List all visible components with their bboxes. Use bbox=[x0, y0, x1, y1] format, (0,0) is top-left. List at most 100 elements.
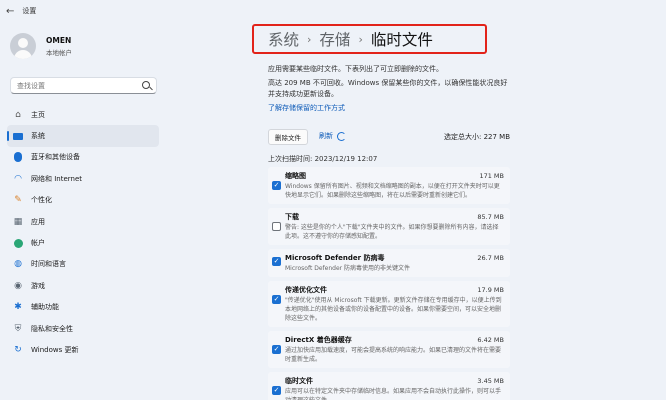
refresh-button[interactable]: 刷新 bbox=[319, 131, 346, 141]
chevron-right-icon: › bbox=[307, 32, 312, 46]
sidebar-item-accessibility[interactable]: ✱ 辅助功能 bbox=[7, 297, 159, 318]
sidebar-item-gaming[interactable]: ◉ 游戏 bbox=[7, 275, 159, 296]
search-placeholder: 查找设置 bbox=[17, 81, 45, 90]
checkmark-icon: ✓ bbox=[273, 386, 280, 394]
breadcrumb: 系统 › 存储 › 临时文件 bbox=[268, 28, 433, 50]
checkmark-icon: ✓ bbox=[273, 181, 280, 189]
breadcrumb-system[interactable]: 系统 bbox=[268, 28, 299, 50]
checkmark-icon: ✓ bbox=[273, 295, 280, 303]
sidebar-item-apps[interactable]: ▦ 应用 bbox=[7, 211, 159, 232]
item-size: 17.9 MB bbox=[477, 286, 504, 294]
item-description: Microsoft Defender 防病毒使用的非关键文件 bbox=[285, 265, 411, 272]
item-size: 171 MB bbox=[479, 172, 504, 180]
sidebar: OMEN 本地帐户 查找设置 ⌂ 主页 系统 蓝牙和其他设备 ◠ 网络和 Int… bbox=[0, 22, 168, 400]
sidebar-item-label: 隐私和安全性 bbox=[31, 324, 73, 333]
item-size: 26.7 MB bbox=[477, 254, 504, 262]
home-icon: ⌂ bbox=[15, 109, 21, 120]
person-icon bbox=[13, 238, 23, 248]
sidebar-item-label: 系统 bbox=[31, 132, 45, 141]
sidebar-item-label: 个性化 bbox=[31, 196, 52, 205]
page-title: 临时文件 bbox=[370, 31, 433, 49]
brush-icon: ✎ bbox=[14, 195, 22, 206]
sidebar-item-accounts[interactable]: 帐户 bbox=[7, 232, 159, 253]
temp-file-list: ✓ 缩略图 171 MB Windows 保留所有图片、视频和文档缩略图的副本，… bbox=[268, 167, 510, 400]
refresh-label: 刷新 bbox=[319, 132, 333, 140]
list-item[interactable]: ✓ DirectX 着色器缓存 6.42 MB 通过加快应用加载速度，可能会提高… bbox=[268, 331, 510, 368]
sidebar-item-privacy[interactable]: ⛨ 隐私和安全性 bbox=[7, 318, 159, 339]
reserved-storage-note: 高达 209 MB 不可回收。Windows 保留某些你的文件，以确保性能状况良… bbox=[268, 79, 508, 98]
checkmark-icon: ✓ bbox=[273, 345, 280, 353]
sidebar-item-time-language[interactable]: ◍ 时间和语言 bbox=[7, 254, 159, 275]
sidebar-item-windows-update[interactable]: ↻ Windows 更新 bbox=[7, 339, 159, 360]
item-description: 警告: 这些是你的个人"下载"文件夹中的文件。如果你想要删除所有内容，请选择此项… bbox=[285, 224, 499, 240]
search-input[interactable]: 查找设置 bbox=[10, 77, 157, 94]
sidebar-item-label: 辅助功能 bbox=[31, 303, 59, 312]
sidebar-item-label: 主页 bbox=[31, 110, 45, 119]
update-icon: ↻ bbox=[14, 344, 22, 355]
list-item[interactable]: ✓ Microsoft Defender 防病毒 26.7 MB Microso… bbox=[268, 249, 510, 277]
list-item[interactable]: ✓ 临时文件 3.45 MB 应用可以在特定文件夹中存储临时信息。如果应用不会自… bbox=[268, 372, 510, 400]
selected-total-size: 选定总大小: 227 MB bbox=[443, 133, 510, 141]
list-item[interactable]: 下载 85.7 MB 警告: 这些是你的个人"下载"文件夹中的文件。如果你想要删… bbox=[268, 208, 510, 245]
item-description: 应用可以在特定文件夹中存储临时信息。如果应用不会自动执行此操作，则可以手动清理这… bbox=[285, 388, 502, 400]
item-title: 缩略图 bbox=[285, 172, 306, 180]
main-content: 系统 › 存储 › 临时文件 应用需要某些临时文件。下表列出了可立即删除的文件。… bbox=[252, 22, 666, 400]
sidebar-item-system[interactable]: 系统 bbox=[7, 125, 159, 147]
sidebar-item-label: 应用 bbox=[31, 217, 45, 226]
account-card[interactable]: OMEN 本地帐户 bbox=[10, 33, 72, 59]
list-item[interactable]: ✓ 传递优化文件 17.9 MB "传递优化"使用从 Microsoft 下载更… bbox=[268, 281, 510, 327]
avatar bbox=[10, 33, 36, 59]
sidebar-item-network[interactable]: ◠ 网络和 Internet bbox=[7, 168, 159, 189]
shield-icon: ⛨ bbox=[14, 323, 22, 334]
search-icon bbox=[142, 81, 150, 89]
wifi-icon: ◠ bbox=[14, 173, 22, 184]
bluetooth-icon bbox=[13, 152, 23, 163]
item-description: 通过加快应用加载速度，可能会提高系统的响应能力。如果已清理的文件将在需要时重新生… bbox=[285, 347, 502, 363]
checkmark-icon: ✓ bbox=[273, 257, 280, 265]
page-description: 应用需要某些临时文件。下表列出了可立即删除的文件。 bbox=[268, 65, 443, 73]
apps-icon: ▦ bbox=[13, 216, 23, 227]
list-item[interactable]: ✓ 缩略图 171 MB Windows 保留所有图片、视频和文档缩略图的副本，… bbox=[268, 167, 510, 204]
gamepad-icon: ◉ bbox=[14, 280, 22, 291]
checkbox-delivery-optimization[interactable]: ✓ bbox=[272, 295, 281, 304]
account-name: OMEN bbox=[46, 35, 72, 45]
loading-spinner-icon bbox=[337, 131, 346, 141]
checkbox-thumbnails[interactable]: ✓ bbox=[272, 181, 281, 190]
sidebar-item-label: 网络和 Internet bbox=[31, 174, 83, 183]
item-title: 下载 bbox=[285, 213, 299, 221]
nav-list: ⌂ 主页 系统 蓝牙和其他设备 ◠ 网络和 Internet ✎ 个性化 ▦ 应… bbox=[7, 104, 159, 361]
item-size: 3.45 MB bbox=[477, 377, 504, 385]
item-description: "传递优化"使用从 Microsoft 下载更新。更新文件存储在专用缓存中，以便… bbox=[285, 297, 502, 322]
checkbox-downloads[interactable] bbox=[272, 222, 281, 231]
sidebar-item-label: 游戏 bbox=[31, 281, 45, 290]
sidebar-item-label: 蓝牙和其他设备 bbox=[31, 153, 80, 162]
window-title: 设置 bbox=[22, 7, 37, 15]
accessibility-icon: ✱ bbox=[14, 302, 22, 313]
item-size: 85.7 MB bbox=[477, 213, 504, 221]
checkbox-directx-cache[interactable]: ✓ bbox=[272, 345, 281, 354]
chevron-right-icon: › bbox=[358, 32, 363, 46]
item-size: 6.42 MB bbox=[477, 336, 504, 344]
title-bar: ← 设置 bbox=[0, 0, 666, 22]
breadcrumb-storage[interactable]: 存储 bbox=[319, 28, 350, 50]
monitor-icon bbox=[13, 131, 23, 141]
item-title: Microsoft Defender 防病毒 bbox=[285, 254, 385, 262]
item-title: 传递优化文件 bbox=[285, 286, 327, 294]
item-title: DirectX 着色器缓存 bbox=[285, 336, 352, 344]
checkbox-defender[interactable]: ✓ bbox=[272, 257, 281, 266]
sidebar-item-label: Windows 更新 bbox=[31, 345, 79, 354]
sidebar-item-label: 时间和语言 bbox=[31, 260, 66, 269]
checkbox-temp-files[interactable]: ✓ bbox=[272, 386, 281, 395]
reserved-storage-link[interactable]: 了解存储保留的工作方式 bbox=[268, 103, 345, 113]
sidebar-item-label: 帐户 bbox=[31, 239, 45, 248]
globe-icon: ◍ bbox=[14, 259, 22, 270]
item-title: 临时文件 bbox=[285, 377, 313, 385]
sidebar-item-personalization[interactable]: ✎ 个性化 bbox=[7, 190, 159, 211]
item-description: Windows 保留所有图片、视频和文档缩略图的副本，以便在打开文件夹时可以更快… bbox=[285, 183, 500, 199]
sidebar-item-bluetooth[interactable]: 蓝牙和其他设备 bbox=[7, 147, 159, 168]
account-type: 本地帐户 bbox=[46, 48, 72, 57]
delete-files-button[interactable]: 删除文件 bbox=[268, 129, 308, 145]
back-arrow-icon[interactable]: ← bbox=[6, 6, 14, 17]
last-scan-time: 上次扫描时间: 2023/12/19 12:07 bbox=[268, 155, 378, 163]
sidebar-item-home[interactable]: ⌂ 主页 bbox=[7, 104, 159, 125]
